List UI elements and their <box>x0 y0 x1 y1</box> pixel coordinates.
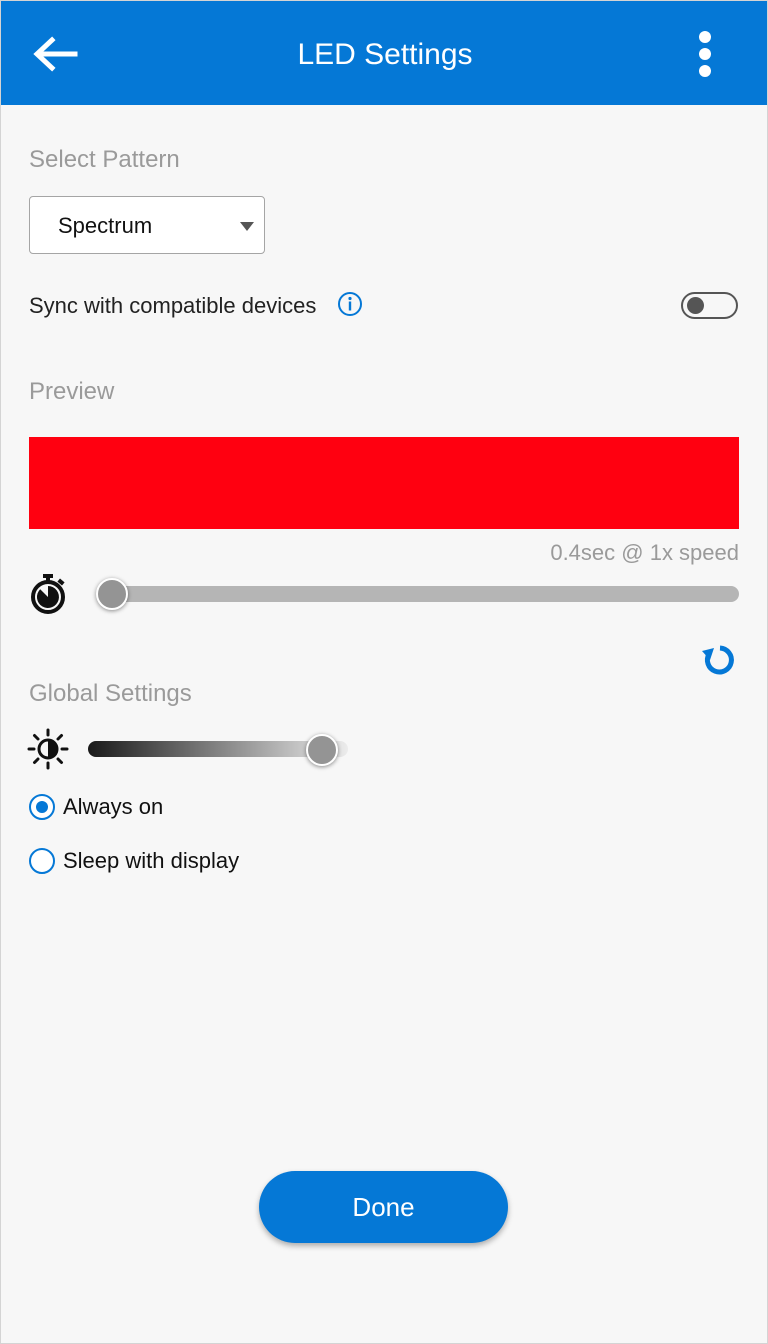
speed-readout: 0.4sec @ 1x speed <box>550 540 739 565</box>
more-options-button[interactable] <box>689 27 723 83</box>
preview-heading: Preview <box>29 378 115 405</box>
global-settings-heading: Global Settings <box>29 680 192 707</box>
speed-slider-track[interactable] <box>112 586 739 602</box>
info-icon[interactable] <box>337 291 363 317</box>
radio-button[interactable] <box>29 848 55 874</box>
sync-label: Sync with compatible devices <box>29 293 317 318</box>
radio-label: Sleep with display <box>63 848 240 873</box>
reset-icon[interactable] <box>700 640 740 680</box>
radio-label: Always on <box>63 794 164 819</box>
pattern-dropdown[interactable]: Spectrum <box>29 196 265 254</box>
radio-button[interactable] <box>29 794 55 820</box>
caret-down-icon <box>240 222 254 231</box>
led-preview <box>29 437 739 529</box>
toggle-knob <box>687 297 704 314</box>
app-bar: LED Settings <box>1 1 767 105</box>
sync-toggle[interactable] <box>681 292 738 319</box>
more-vertical-icon <box>699 31 711 77</box>
speed-slider-thumb[interactable] <box>96 578 128 610</box>
brightness-slider-thumb[interactable] <box>306 734 338 766</box>
brightness-icon <box>27 728 69 770</box>
page-title: LED Settings <box>297 38 473 71</box>
radio-selected-dot <box>36 801 48 813</box>
done-button[interactable]: Done <box>259 1171 508 1243</box>
select-pattern-heading: Select Pattern <box>29 146 180 173</box>
stopwatch-icon <box>27 572 71 616</box>
pattern-dropdown-value: Spectrum <box>58 213 153 238</box>
